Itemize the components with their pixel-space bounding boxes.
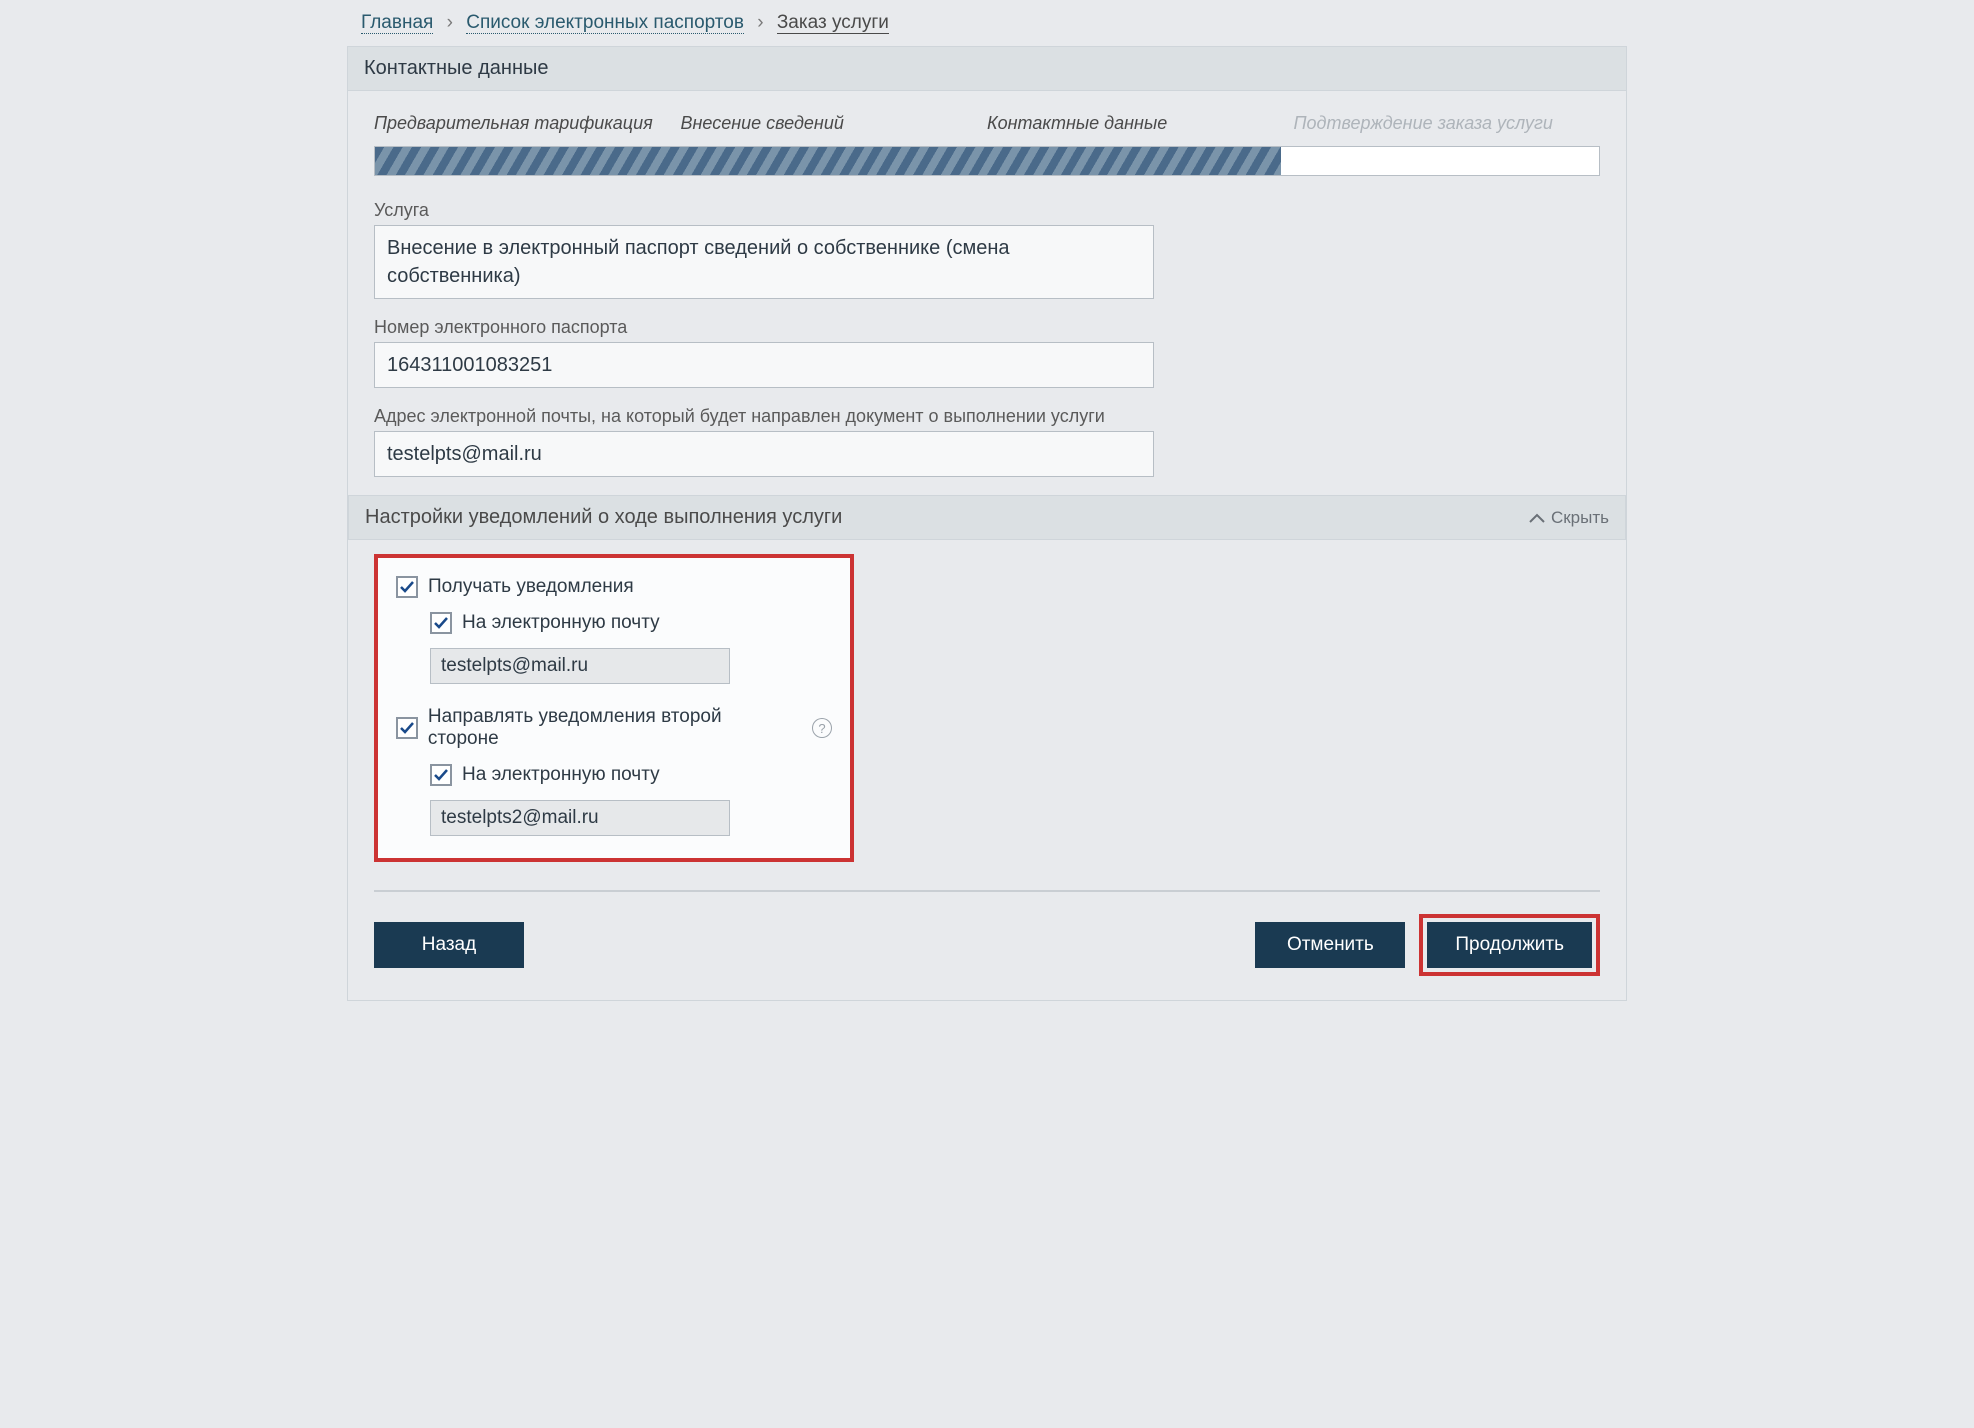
- accordion-title: Настройки уведомлений о ходе выполнения …: [365, 506, 842, 529]
- breadcrumb-home[interactable]: Главная: [361, 12, 433, 34]
- chevron-right-icon: ›: [447, 12, 453, 33]
- breadcrumb-list[interactable]: Список электронных паспортов: [466, 12, 744, 34]
- breadcrumb-current: Заказ услуги: [777, 12, 889, 34]
- notify-second-party-label: Направлять уведомления второй стороне: [428, 706, 796, 750]
- notify-email-1[interactable]: testelpts@mail.ru: [430, 648, 730, 684]
- button-row: Назад Отменить Продолжить: [374, 914, 1600, 976]
- section-header: Контактные данные: [347, 46, 1627, 91]
- accordion-header[interactable]: Настройки уведомлений о ходе выполнения …: [348, 495, 1626, 540]
- breadcrumb: Главная › Список электронных паспортов ›…: [347, 0, 1627, 46]
- step-tariff: Предварительная тарификация: [374, 109, 681, 138]
- by-email-label-2: На электронную почту: [462, 764, 660, 786]
- cancel-button[interactable]: Отменить: [1255, 922, 1405, 968]
- notification-settings-highlight: Получать уведомления На электронную почт…: [374, 554, 854, 862]
- help-icon[interactable]: ?: [812, 718, 832, 738]
- notify-second-party-checkbox[interactable]: [396, 717, 418, 739]
- back-button[interactable]: Назад: [374, 922, 524, 968]
- service-label: Услуга: [374, 200, 1600, 221]
- receive-notifications-checkbox[interactable]: [396, 576, 418, 598]
- step-contacts: Контактные данные: [987, 109, 1294, 138]
- progress-bar: [374, 146, 1600, 176]
- by-email-checkbox-1[interactable]: [430, 612, 452, 634]
- section-title: Контактные данные: [364, 57, 549, 79]
- receive-notifications-label: Получать уведомления: [428, 576, 634, 598]
- progress-fill: [375, 147, 1281, 175]
- service-value: Внесение в электронный паспорт сведений …: [374, 225, 1154, 299]
- passport-label: Номер электронного паспорта: [374, 317, 1600, 338]
- continue-button[interactable]: Продолжить: [1427, 922, 1592, 968]
- wizard-steps: Предварительная тарификация Внесение све…: [374, 109, 1600, 138]
- notify-email-2[interactable]: testelpts2@mail.ru: [430, 800, 730, 836]
- chevron-up-icon: [1529, 508, 1545, 528]
- chevron-right-icon: ›: [757, 12, 763, 33]
- step-confirm: Подтверждение заказа услуги: [1294, 109, 1601, 138]
- email-value[interactable]: testelpts@mail.ru: [374, 431, 1154, 477]
- step-details: Внесение сведений: [681, 109, 988, 138]
- passport-value: 164311001083251: [374, 342, 1154, 388]
- by-email-label-1: На электронную почту: [462, 612, 660, 634]
- email-label: Адрес электронной почты, на который буде…: [374, 406, 1600, 427]
- accordion-toggle[interactable]: Скрыть: [1529, 508, 1609, 528]
- accordion-toggle-label: Скрыть: [1551, 508, 1609, 528]
- content-area: Предварительная тарификация Внесение све…: [347, 91, 1627, 1001]
- by-email-checkbox-2[interactable]: [430, 764, 452, 786]
- divider: [374, 890, 1600, 892]
- continue-button-highlight: Продолжить: [1419, 914, 1600, 976]
